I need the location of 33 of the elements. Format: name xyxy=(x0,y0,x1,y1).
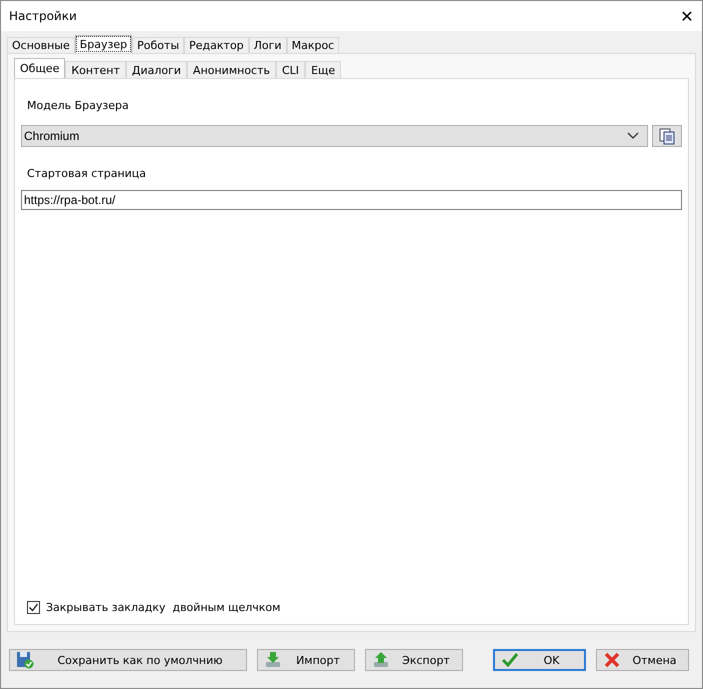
tab[interactable]: Еще xyxy=(305,61,342,78)
save-icon xyxy=(16,651,34,669)
export-icon xyxy=(372,651,390,669)
checkbox[interactable] xyxy=(27,601,40,614)
cancel-button[interactable]: Отмена xyxy=(596,649,689,671)
save-button[interactable]: Сохранить как по умолчнию xyxy=(9,649,247,671)
tab[interactable]: Анонимность xyxy=(187,61,276,78)
cross-icon xyxy=(603,651,621,669)
export-button[interactable]: Экспорт xyxy=(365,649,463,671)
copy-button[interactable] xyxy=(652,125,682,147)
documents-icon xyxy=(658,127,676,145)
tab[interactable]: Редактор xyxy=(184,37,249,53)
chevron-icon xyxy=(627,132,639,140)
checkmark-icon xyxy=(501,651,519,669)
tab[interactable]: Браузер xyxy=(74,35,132,53)
tab[interactable]: Диалоги xyxy=(126,61,188,78)
tab[interactable]: Контент xyxy=(65,61,126,78)
field-label: Модель Браузера xyxy=(27,99,130,112)
tab[interactable]: Основные xyxy=(7,37,75,53)
start-page-field[interactable]: https://rpa-bot.ru/ xyxy=(21,190,682,210)
window-title: Настройки xyxy=(9,9,77,23)
browser-dropdown[interactable]: Chromium xyxy=(21,125,648,147)
tab[interactable]: Роботы xyxy=(132,37,184,53)
close-button[interactable]: ✕ xyxy=(672,2,702,30)
checkbox-label: Закрывать закладку двойным щелчком xyxy=(46,601,280,614)
ok-button[interactable]: OK xyxy=(493,649,586,671)
import-button[interactable]: Импорт xyxy=(257,649,355,671)
tab[interactable]: CLI xyxy=(276,61,306,78)
field-label: Стартовая страница xyxy=(27,167,148,180)
import-icon xyxy=(264,651,282,669)
tab[interactable]: Логи xyxy=(248,37,287,53)
tab[interactable]: Общее xyxy=(14,58,66,78)
tab[interactable]: Макрос xyxy=(286,37,340,53)
